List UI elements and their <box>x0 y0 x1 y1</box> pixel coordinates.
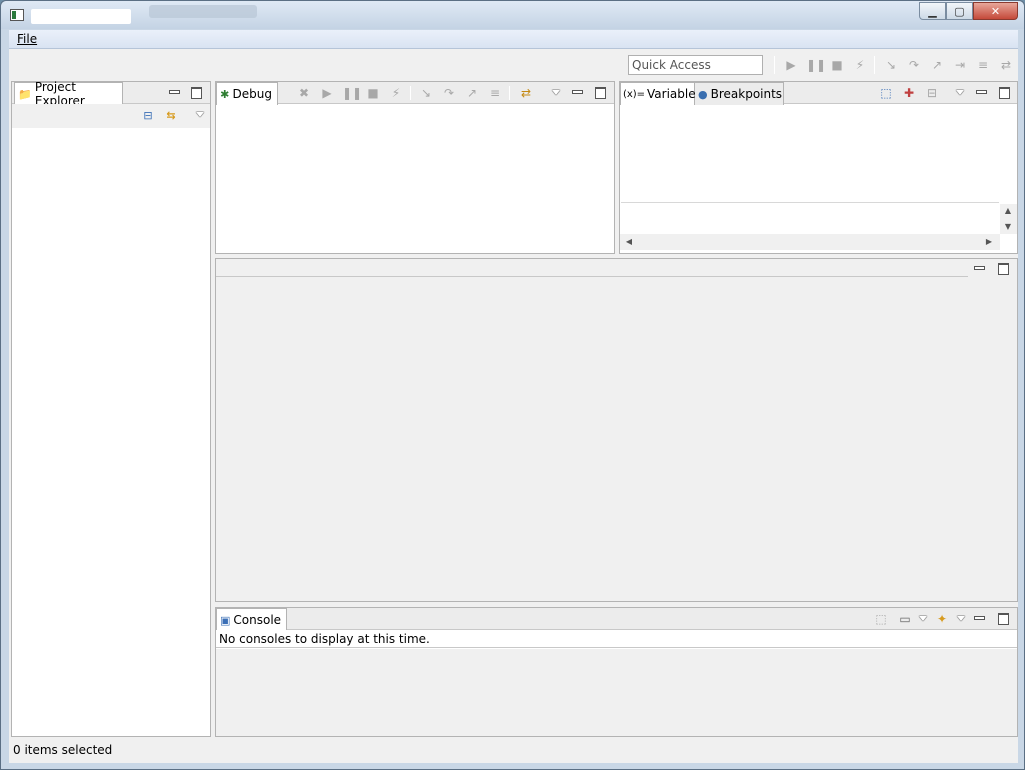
disconnect-icon[interactable]: ⚡ <box>388 85 404 101</box>
window-controls: ▁ ▢ ✕ <box>919 2 1018 20</box>
editor-area <box>215 258 1018 602</box>
instruction-stepping-icon[interactable]: ≡ <box>487 85 503 101</box>
step-over-icon[interactable]: ↷ <box>906 57 922 73</box>
editor-tabbar <box>216 259 968 277</box>
step-return-icon[interactable]: ↗ <box>929 57 945 73</box>
tab-debug[interactable]: ✱ Debug <box>216 82 278 105</box>
project-explorer-toolbar: ⊟ ⇆ <box>12 104 210 128</box>
status-bar: 0 items selected <box>9 737 1018 763</box>
collapse-all-icon[interactable]: ⊟ <box>924 85 940 101</box>
toolbar-separator <box>410 86 411 100</box>
step-over-icon[interactable]: ↷ <box>441 85 457 101</box>
maximize-icon[interactable] <box>593 85 607 99</box>
minimize-icon[interactable] <box>974 85 988 99</box>
open-console-icon[interactable]: ✦ <box>934 611 950 627</box>
toolbar-separator <box>774 56 775 74</box>
console-message-row: No consoles to display at this time. <box>216 630 1017 648</box>
tab-label: Breakpoints <box>710 87 783 101</box>
tab-console[interactable]: ▣ Console <box>216 608 287 631</box>
view-menu-icon[interactable] <box>953 85 967 99</box>
debug-tabbar: ✱ Debug ✖ ▶ ❚❚ ■ ⚡ ↘ ↷ ↗ ≡ ⇄ <box>216 82 614 105</box>
minimize-icon[interactable] <box>167 85 181 99</box>
scroll-down-arrow-icon[interactable]: ▼ <box>1003 222 1013 231</box>
tab-variables[interactable]: (x)= Variables <box>620 82 702 105</box>
breakpoints-icon: ● <box>698 87 708 101</box>
minimize-icon[interactable] <box>972 261 986 275</box>
toolbar-separator <box>509 86 510 100</box>
minimize-icon[interactable] <box>570 85 584 99</box>
maximize-window-button[interactable]: ▢ <box>946 2 973 20</box>
scroll-right-arrow-icon[interactable]: ▶ <box>984 237 994 246</box>
variables-view: (x)= Variables ● Breakpoints ⬚ ✚ ⊟ ▲ ▼ ◀… <box>619 81 1018 254</box>
maximize-icon[interactable] <box>996 261 1010 275</box>
details-vertical-scrollbar[interactable]: ▲ ▼ <box>1000 204 1017 234</box>
link-with-editor-icon[interactable]: ⇆ <box>164 109 178 123</box>
tab-label: Console <box>233 613 282 627</box>
maximize-icon[interactable] <box>996 611 1010 625</box>
suspend-icon[interactable]: ❚❚ <box>342 85 362 101</box>
window-title-redacted <box>31 9 131 24</box>
use-step-filters-icon[interactable]: ⇄ <box>518 85 534 101</box>
scroll-left-arrow-icon[interactable]: ◀ <box>624 237 634 246</box>
step-into-icon[interactable]: ↘ <box>883 57 899 73</box>
maximize-icon[interactable] <box>189 85 203 99</box>
show-type-names-icon[interactable]: ⬚ <box>878 85 894 101</box>
menu-file[interactable]: File <box>17 32 37 46</box>
toolbar-separator <box>874 56 875 74</box>
view-menu-icon[interactable] <box>549 85 563 99</box>
close-window-button[interactable]: ✕ <box>973 2 1018 20</box>
console-icon: ▣ <box>220 613 231 627</box>
variables-icon: (x)= <box>622 88 646 100</box>
pin-console-icon[interactable]: ⬚ <box>873 611 889 627</box>
suspend-icon[interactable]: ❚❚ <box>806 57 826 73</box>
display-console-dropdown-icon[interactable] <box>916 611 930 625</box>
scroll-up-arrow-icon[interactable]: ▲ <box>1003 206 1013 215</box>
workbench: Quick Access ▶ ❚❚ ■ ⚡ ↘ ↷ ↗ ⇥ ≡ ⇄ 📁 Proj… <box>9 49 1018 763</box>
drop-to-frame-icon[interactable]: ⇄ <box>998 57 1014 73</box>
debug-view: ✱ Debug ✖ ▶ ❚❚ ■ ⚡ ↘ ↷ ↗ ≡ ⇄ <box>215 81 615 254</box>
collapse-all-icon[interactable]: ⊟ <box>141 109 155 123</box>
project-explorer-view: 📁 Project Explorer ⊟ ⇆ <box>11 80 211 737</box>
details-horizontal-scrollbar[interactable]: ◀ ▶ <box>620 234 1000 250</box>
app-icon <box>10 9 24 21</box>
remove-terminated-icon[interactable]: ✖ <box>296 85 312 101</box>
tab-label: Variables <box>647 87 702 101</box>
open-console-dropdown-icon[interactable] <box>954 611 968 625</box>
status-text: 0 items selected <box>13 743 113 757</box>
menu-bar: File <box>9 30 1018 49</box>
bug-icon: ✱ <box>220 87 230 101</box>
variables-tabbar: (x)= Variables ● Breakpoints ⬚ ✚ ⊟ <box>620 82 1017 105</box>
run-to-line-icon[interactable]: ⇥ <box>952 57 968 73</box>
console-empty-message: No consoles to display at this time. <box>219 632 430 646</box>
step-return-icon[interactable]: ↗ <box>464 85 480 101</box>
window-title-secondary-redacted <box>149 5 257 18</box>
main-toolbar: Quick Access ▶ ❚❚ ■ ⚡ ↘ ↷ ↗ ⇥ ≡ ⇄ <box>9 49 1018 81</box>
application-window: ▁ ▢ ✕ File Quick Access ▶ ❚❚ ■ ⚡ ↘ ↷ ↗ ⇥… <box>0 0 1025 770</box>
collapse-variables-icon[interactable]: ✚ <box>901 85 917 101</box>
title-bar[interactable]: ▁ ▢ ✕ <box>1 1 1024 29</box>
details-divider <box>621 202 999 203</box>
maximize-icon[interactable] <box>997 85 1011 99</box>
step-into-icon[interactable]: ↘ <box>418 85 434 101</box>
project-explorer-tabbar: 📁 Project Explorer <box>12 80 210 108</box>
folder-icon: 📁 <box>18 87 32 101</box>
console-tabbar: ▣ Console ⬚ ▭ ✦ <box>216 608 1017 631</box>
tab-breakpoints[interactable]: ● Breakpoints <box>695 82 784 105</box>
tab-project-explorer[interactable]: 📁 Project Explorer <box>14 80 123 108</box>
minimize-icon[interactable] <box>972 611 986 625</box>
display-selected-console-icon[interactable]: ▭ <box>897 611 913 627</box>
tab-label: Debug <box>232 87 272 101</box>
instruction-stepping-icon[interactable]: ≡ <box>975 57 991 73</box>
quick-access-input[interactable]: Quick Access <box>628 55 763 75</box>
terminate-icon[interactable]: ■ <box>829 57 845 73</box>
disconnect-icon[interactable]: ⚡ <box>852 57 868 73</box>
minimize-window-button[interactable]: ▁ <box>919 2 946 20</box>
resume-icon[interactable]: ▶ <box>319 85 335 101</box>
view-menu-icon[interactable] <box>193 107 207 121</box>
console-output-area[interactable] <box>216 649 1017 736</box>
terminate-icon[interactable]: ■ <box>365 85 381 101</box>
resume-icon[interactable]: ▶ <box>783 57 799 73</box>
console-view: ▣ Console ⬚ ▭ ✦ No consoles to display a… <box>215 607 1018 737</box>
